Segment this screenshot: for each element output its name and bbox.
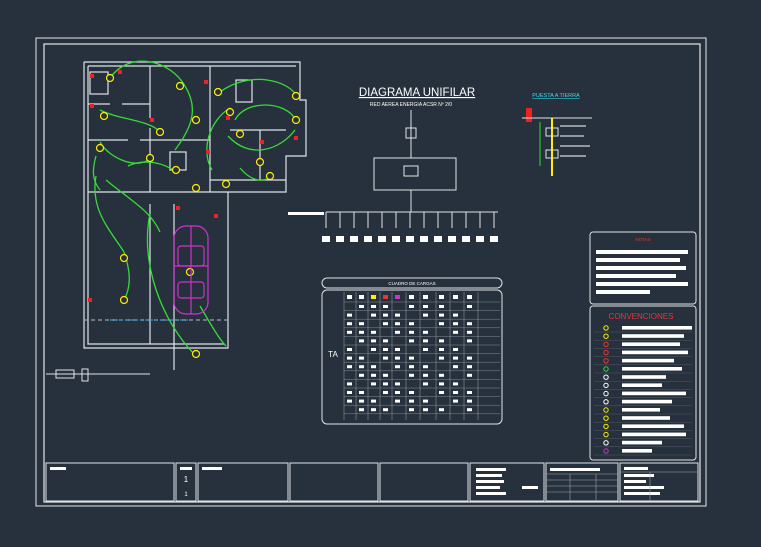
cad-drawing-viewport: DIAGRAMA UNIFILAR RED AEREA ENERGIA ACSR… <box>0 0 761 542</box>
sheet-number: 1 <box>184 475 189 484</box>
diagram-title: DIAGRAMA UNIFILAR <box>359 87 475 99</box>
load-table-title: CUADRO DE CARGAS <box>388 281 435 286</box>
conventions-title: CONVENCIONES <box>609 312 674 321</box>
load-table-row-label: TA <box>328 350 338 359</box>
electrical-plan-sheet: DIAGRAMA UNIFILAR RED AEREA ENERGIA ACSR… <box>0 0 761 542</box>
diagram-subtitle: RED AEREA ENERGIA ACSR Nº 2/0 <box>370 102 452 108</box>
grounding-title: PUESTA A TIERRA <box>532 93 580 99</box>
notes-title: NOTAS <box>635 237 650 242</box>
